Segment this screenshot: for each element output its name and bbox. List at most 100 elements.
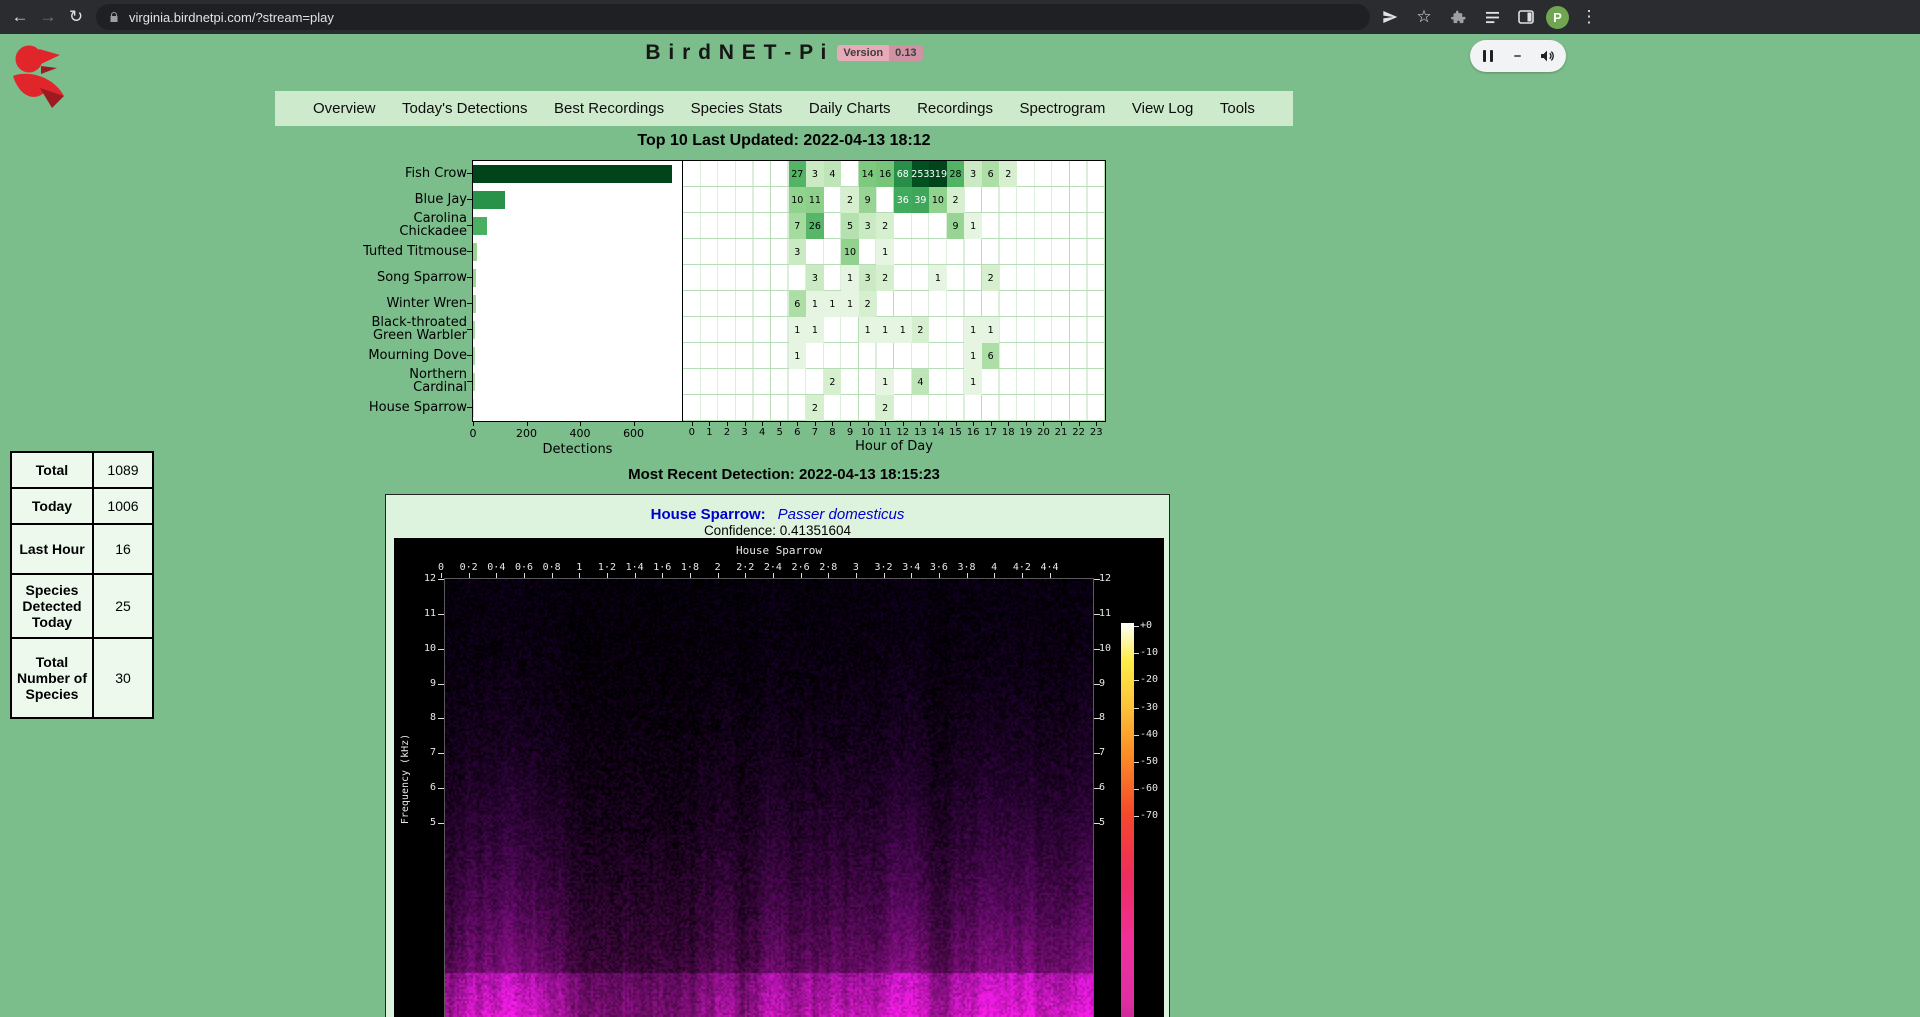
spectrogram-x-tick	[884, 573, 885, 578]
bar-x-tick	[634, 422, 635, 426]
heat-x-tick-label: 15	[947, 427, 965, 438]
heat-x-tick-label: 7	[806, 427, 824, 438]
heat-x-tick-label: 1	[700, 427, 718, 438]
bar-plot	[472, 160, 683, 422]
stat-label-total-species: Total Number of Species	[11, 638, 93, 718]
heatmap-cell-2-7: 26	[806, 213, 824, 239]
stat-value-species-today[interactable]: 25	[93, 574, 153, 638]
heatmap-cell-0-14: 319	[929, 161, 947, 187]
reload-button[interactable]: ↻	[62, 3, 90, 31]
heatmap-cell-5-9: 1	[841, 291, 859, 317]
bar-northern-cardinal	[473, 373, 475, 391]
heatmap-cell-6-11: 1	[876, 317, 894, 343]
spectrogram-y-label-right: 6	[1099, 782, 1127, 793]
detection-species-link[interactable]: House Sparrow:	[651, 506, 766, 523]
bookmark-star-icon[interactable]: ☆	[1410, 3, 1438, 31]
heatmap-cell-6-16: 1	[964, 317, 982, 343]
spectrogram-x-label: 4·2	[1007, 562, 1037, 573]
heatmap-cell-5-6: 6	[789, 291, 807, 317]
heatmap-cell-3-11: 1	[876, 239, 894, 265]
heatmap-cell-1-14: 10	[929, 187, 947, 213]
spectrogram-y-tick	[1094, 684, 1100, 685]
heatmap-cell-2-11: 2	[876, 213, 894, 239]
heatmap-cell-0-8: 4	[824, 161, 842, 187]
spectrogram-y-label-left: 6	[408, 782, 436, 793]
species-axis-tick	[467, 407, 472, 408]
heat-x-tick	[745, 422, 746, 426]
heatmap-cell-1-9: 2	[841, 187, 859, 213]
spectrogram-y-label-left: 11	[408, 608, 436, 619]
heatmap-cell-0-17: 6	[982, 161, 1000, 187]
spectrogram-x-label: 1·8	[675, 562, 705, 573]
colorbar-tick	[1134, 789, 1139, 790]
heat-x-tick	[727, 422, 728, 426]
spectrogram-x-tick	[939, 573, 940, 578]
spectrogram-x-label: 2·8	[813, 562, 843, 573]
profile-avatar[interactable]: P	[1546, 6, 1569, 29]
heatmap-cell-1-12: 36	[894, 187, 912, 213]
reading-list-icon[interactable]	[1478, 3, 1506, 31]
heat-x-tick-label: 17	[982, 427, 1000, 438]
bar-house-sparrow	[473, 399, 474, 417]
heat-x-tick-label: 2	[718, 427, 736, 438]
extension-icon[interactable]	[1444, 3, 1472, 31]
spectrogram-x-tick	[1022, 573, 1023, 578]
spectrogram-y-label-left: 5	[408, 817, 436, 828]
spectrogram-x-label: 1	[564, 562, 594, 573]
spectrogram-x-tick	[745, 573, 746, 578]
menu-icon[interactable]: ⋮	[1575, 3, 1603, 31]
spectrogram-x-label: 0·8	[537, 562, 567, 573]
stat-label-today: Today	[11, 488, 93, 524]
species-label-0: Fish Crow	[240, 160, 467, 186]
browser-chrome: ← → ↻ virginia.birdnetpi.com/?stream=pla…	[0, 0, 1920, 34]
spectrogram-x-tick	[441, 573, 442, 578]
heatmap-cell-8-16: 1	[964, 369, 982, 395]
spectrogram-x-tick	[967, 573, 968, 578]
spectrogram-x-tick	[469, 573, 470, 578]
colorbar-label: -10	[1140, 647, 1158, 658]
heat-x-tick	[1043, 422, 1044, 426]
heatmap-cell-0-16: 3	[964, 161, 982, 187]
spectrogram-y-tick	[438, 823, 444, 824]
heat-x-tick-label: 10	[859, 427, 877, 438]
heatmap-cell-0-13: 253	[912, 161, 930, 187]
bar-x-tick	[580, 422, 581, 426]
heatmap-xaxis-label: Hour of Day	[683, 439, 1105, 454]
back-button[interactable]: ←	[6, 3, 34, 31]
species-label-1: Blue Jay	[240, 186, 467, 212]
heatmap-cell-2-15: 9	[947, 213, 965, 239]
heat-x-tick-label: 0	[683, 427, 701, 438]
share-icon[interactable]	[1376, 3, 1404, 31]
heat-x-tick	[815, 422, 816, 426]
heatmap-cell-2-9: 5	[841, 213, 859, 239]
colorbar-tick	[1134, 762, 1139, 763]
spectrogram-box: House Sparrow Frequency (kHz) 00·20·40·6…	[394, 538, 1164, 1017]
species-label-2: Carolina Chickadee	[240, 212, 467, 238]
heat-x-tick-label: 22	[1070, 427, 1088, 438]
heat-x-tick	[903, 422, 904, 426]
heat-x-tick-label: 19	[1017, 427, 1035, 438]
heatmap-cell-4-14: 1	[929, 265, 947, 291]
spectrogram-x-tick	[662, 573, 663, 578]
spectrogram-y-label-right: 10	[1099, 643, 1127, 654]
heatmap-plot: 2734141668253319283621011293639102726532…	[682, 160, 1106, 422]
colorbar-label: -60	[1140, 783, 1158, 794]
spectrogram-ylabel: Frequency (kHz)	[400, 708, 411, 850]
stat-value-today[interactable]: 1006	[93, 488, 153, 524]
species-axis-tick	[467, 329, 472, 330]
forward-button[interactable]: →	[34, 3, 62, 31]
colorbar-tick	[1134, 735, 1139, 736]
heat-x-tick	[762, 422, 763, 426]
heat-x-tick-label: 3	[736, 427, 754, 438]
heat-x-tick	[1026, 422, 1027, 426]
address-bar[interactable]: virginia.birdnetpi.com/?stream=play	[96, 4, 1370, 30]
heatmap-cell-1-7: 11	[806, 187, 824, 213]
heat-x-tick-label: 21	[1052, 427, 1070, 438]
detection-scientific-link[interactable]: Passer domesticus	[778, 506, 905, 523]
stat-value-total-species[interactable]: 30	[93, 638, 153, 718]
heatmap-cell-8-13: 4	[912, 369, 930, 395]
spectrogram-y-tick	[438, 614, 444, 615]
spectrogram-y-label-left: 8	[408, 712, 436, 723]
heat-x-tick-label: 8	[823, 427, 841, 438]
side-panel-icon[interactable]	[1512, 3, 1540, 31]
